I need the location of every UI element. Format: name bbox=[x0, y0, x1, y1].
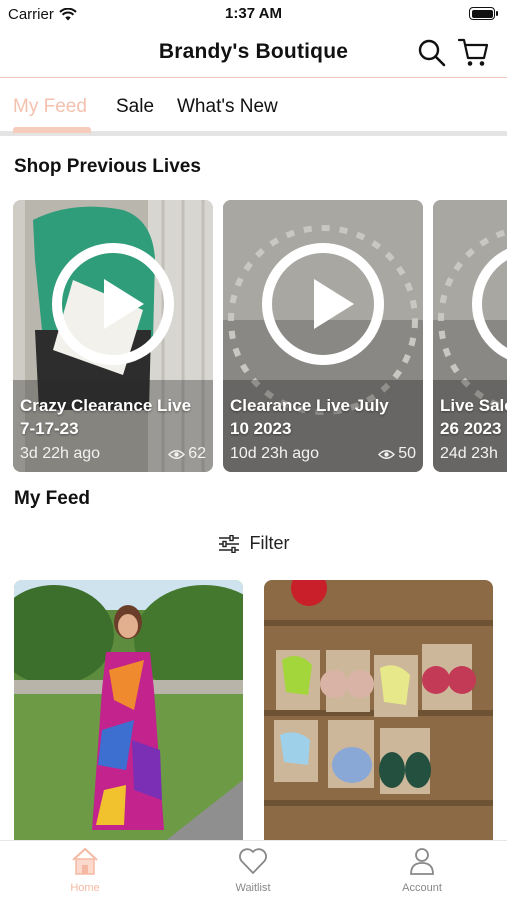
filter-label: Filter bbox=[249, 533, 290, 553]
tab-whats-new[interactable]: What's New bbox=[177, 96, 278, 118]
view-count: 50 bbox=[398, 445, 416, 462]
nav-home-label: Home bbox=[70, 882, 100, 894]
play-icon[interactable] bbox=[262, 243, 384, 365]
nav-account-label: Account bbox=[402, 882, 442, 894]
live-title: Crazy Clearance Live 7-17-23 bbox=[20, 394, 210, 440]
live-ago: 24d 23h bbox=[440, 445, 498, 462]
play-icon[interactable] bbox=[52, 243, 174, 365]
app-header: Brandy's Boutique bbox=[0, 30, 507, 78]
feed-item-dress[interactable] bbox=[14, 580, 243, 842]
live-title: Clearance Live July 10 2023 bbox=[230, 394, 420, 440]
home-icon bbox=[72, 848, 98, 875]
nav-waitlist-label: Waitlist bbox=[235, 882, 271, 894]
product-photo bbox=[264, 580, 493, 842]
live-ago: 10d 23h ago bbox=[230, 445, 319, 462]
nav-home[interactable]: Home bbox=[25, 847, 145, 894]
previous-lives-heading: Shop Previous Lives bbox=[14, 156, 201, 177]
view-count: 62 bbox=[188, 445, 206, 462]
feed-item-earrings[interactable] bbox=[264, 580, 493, 842]
tab-sale[interactable]: Sale bbox=[116, 96, 154, 118]
my-feed-heading: My Feed bbox=[14, 488, 91, 509]
battery-icon bbox=[469, 7, 498, 20]
live-title-line1: Clearance Live July bbox=[230, 396, 389, 415]
status-bar: Carrier 1:37 AM bbox=[0, 0, 507, 28]
nav-account[interactable]: Account bbox=[362, 847, 482, 894]
person-icon bbox=[410, 848, 434, 875]
eye-icon bbox=[168, 449, 186, 459]
live-title-line2: 10 2023 bbox=[230, 419, 292, 438]
eye-icon bbox=[378, 449, 396, 459]
cart-icon[interactable] bbox=[457, 36, 489, 68]
live-title-line2: 7-17-23 bbox=[20, 419, 79, 438]
live-title-line1: Crazy Clearance Live bbox=[20, 396, 192, 415]
active-tab-indicator bbox=[13, 127, 91, 133]
bottom-nav: Home Waitlist Account bbox=[0, 840, 507, 900]
filter-button[interactable]: Filter bbox=[0, 533, 507, 558]
status-time: 1:37 AM bbox=[225, 5, 282, 22]
live-card[interactable]: Crazy Clearance Live 7-17-23 3d 22h ago … bbox=[13, 200, 213, 472]
search-icon[interactable] bbox=[417, 38, 447, 68]
live-card[interactable]: Live Sale 26 2023 24d 23h bbox=[433, 200, 507, 472]
live-title-line2: 26 2023 bbox=[440, 419, 502, 438]
live-views: 50 bbox=[378, 445, 416, 463]
tab-bar: My Feed Sale What's New bbox=[0, 80, 507, 136]
tab-my-feed[interactable]: My Feed bbox=[13, 96, 87, 118]
product-photo bbox=[14, 580, 243, 842]
nav-waitlist[interactable]: Waitlist bbox=[193, 847, 313, 894]
live-views: 62 bbox=[168, 445, 206, 463]
live-card[interactable]: Clearance Live July 10 2023 10d 23h ago … bbox=[223, 200, 423, 472]
sliders-icon bbox=[218, 534, 239, 553]
live-ago: 3d 22h ago bbox=[20, 445, 101, 462]
live-title: Live Sale 26 2023 bbox=[440, 394, 507, 440]
live-title-line1: Live Sale bbox=[440, 396, 507, 415]
heart-icon bbox=[239, 848, 267, 874]
